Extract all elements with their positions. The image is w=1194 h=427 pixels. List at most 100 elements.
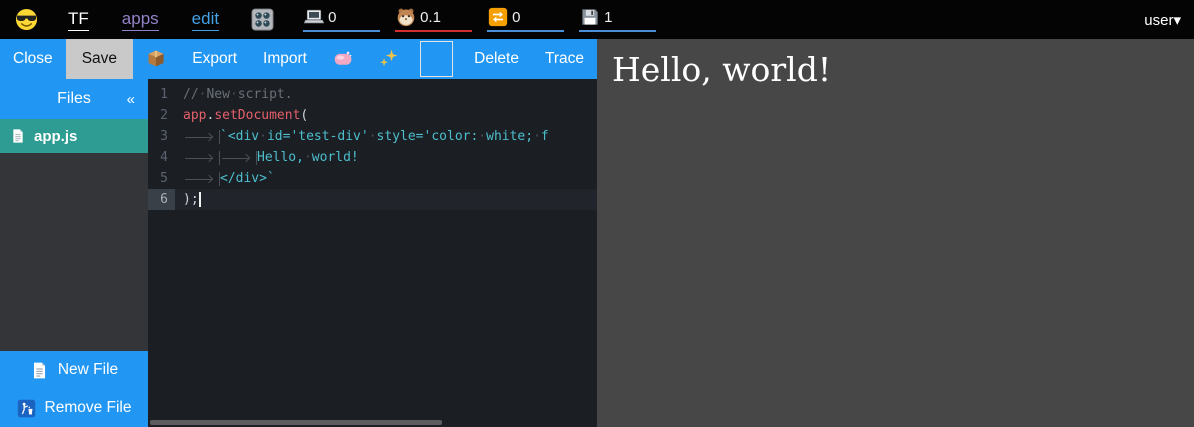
hamster-icon bbox=[396, 7, 416, 27]
app-window: TF apps edit 0 0.1 0 1 user▾ Close Save Export I… bbox=[0, 0, 1194, 427]
package-icon bbox=[146, 48, 166, 73]
line-number: 4 bbox=[148, 147, 175, 168]
laptop-stat-field[interactable]: 0 bbox=[303, 7, 380, 32]
soap-icon bbox=[333, 48, 353, 73]
stat-value: 0.1 bbox=[420, 9, 441, 26]
top-nav: TF apps edit bbox=[68, 9, 219, 31]
code-token: // bbox=[183, 87, 199, 102]
line-number: 2 bbox=[148, 105, 175, 126]
close-button[interactable]: Close bbox=[13, 50, 53, 68]
line-code[interactable]: ); bbox=[175, 189, 597, 210]
code-token: · bbox=[230, 87, 238, 102]
delete-button[interactable]: Delete bbox=[474, 50, 519, 68]
code-token: style='color: bbox=[377, 129, 479, 144]
tab-marker bbox=[183, 172, 220, 186]
code-token: Hello, bbox=[257, 150, 304, 165]
soap-button[interactable] bbox=[333, 48, 353, 70]
side-button-label: New File bbox=[58, 361, 118, 379]
file-name: app.js bbox=[34, 128, 77, 145]
export-button[interactable]: Export bbox=[192, 50, 237, 68]
horizontal-scrollbar-thumb[interactable] bbox=[150, 420, 442, 425]
code-token: app bbox=[183, 108, 206, 123]
code-token: · bbox=[259, 129, 267, 144]
stat-value: 0 bbox=[512, 9, 520, 26]
editor-lines: 1//·New·script.2app.setDocument(3`<div·i… bbox=[148, 79, 597, 210]
editor-line: 6); bbox=[148, 189, 597, 210]
new-file-icon bbox=[30, 361, 49, 380]
line-number: 5 bbox=[148, 168, 175, 189]
file-document-icon bbox=[10, 127, 26, 145]
code-token: `<div bbox=[220, 129, 259, 144]
files-header: Files « bbox=[0, 79, 148, 119]
tab-marker bbox=[220, 151, 257, 165]
trace-button[interactable]: Trace bbox=[545, 50, 584, 68]
collapse-sidebar-button[interactable]: « bbox=[127, 79, 135, 119]
code-token: f bbox=[541, 129, 549, 144]
stat-value: 1 bbox=[604, 9, 612, 26]
code-token: white; bbox=[486, 129, 533, 144]
laptop-icon bbox=[304, 7, 324, 27]
sunglasses-logo-button[interactable] bbox=[15, 8, 38, 31]
code-token: New bbox=[206, 87, 229, 102]
text-cursor bbox=[199, 192, 201, 207]
line-code[interactable]: `<div·id='test-div'·style='color:·white;… bbox=[175, 126, 597, 147]
files-sidebar: Files « app.js New File Remove File bbox=[0, 79, 148, 427]
preview-pane: Hello, world! bbox=[597, 39, 1194, 427]
code-token: world! bbox=[312, 150, 359, 165]
nav-link-apps[interactable]: apps bbox=[122, 9, 159, 31]
control-knobs-icon bbox=[250, 7, 275, 37]
code-token: id='test-div' bbox=[267, 129, 369, 144]
line-code[interactable]: </div>` bbox=[175, 168, 597, 189]
sidebar-actions: New File Remove File bbox=[0, 351, 148, 427]
litter-bin-icon bbox=[17, 399, 36, 418]
editor-line: 5 </div>` bbox=[148, 168, 597, 189]
editor-line: 4Hello,·world! bbox=[148, 147, 597, 168]
floppy-icon bbox=[580, 7, 600, 27]
sidebar-body bbox=[0, 153, 148, 351]
sparkles-icon bbox=[379, 48, 399, 73]
empty-button[interactable] bbox=[420, 41, 453, 77]
remove-file-button[interactable]: Remove File bbox=[0, 389, 148, 427]
top-bar: TF apps edit 0 0.1 0 1 user▾ bbox=[0, 0, 1194, 39]
editor-line: 1//·New·script. bbox=[148, 84, 597, 105]
line-number: 1 bbox=[148, 84, 175, 105]
editor-toolbar: Close Save Export Import Delete Trace bbox=[0, 39, 597, 79]
code-token: setDocument bbox=[214, 108, 300, 123]
line-code[interactable]: //·New·script. bbox=[175, 84, 597, 105]
import-button[interactable]: Import bbox=[263, 50, 307, 68]
line-number: 6 bbox=[148, 189, 175, 210]
code-token: · bbox=[478, 129, 486, 144]
code-token: ); bbox=[183, 192, 199, 207]
hamster-stat-field[interactable]: 0.1 bbox=[395, 7, 472, 32]
sunglasses-emoji-icon bbox=[15, 8, 38, 36]
control-knobs-button[interactable] bbox=[250, 7, 275, 32]
code-token: · bbox=[533, 129, 541, 144]
file-item-appjs[interactable]: app.js bbox=[0, 119, 148, 153]
repeat-icon bbox=[488, 7, 508, 27]
sparkles-button[interactable] bbox=[379, 48, 399, 70]
preview-hello-text: Hello, world! bbox=[597, 39, 1194, 89]
stats-group: 0 0.1 0 1 bbox=[303, 7, 656, 32]
line-number: 3 bbox=[148, 126, 175, 147]
new-file-button[interactable]: New File bbox=[0, 351, 148, 389]
code-token: ( bbox=[300, 108, 308, 123]
code-token: · bbox=[369, 129, 377, 144]
floppy-stat-field[interactable]: 1 bbox=[579, 7, 656, 32]
tab-marker bbox=[183, 151, 220, 165]
editor-line: 2app.setDocument( bbox=[148, 105, 597, 126]
nav-link-tf[interactable]: TF bbox=[68, 9, 89, 31]
repeat-stat-field[interactable]: 0 bbox=[487, 7, 564, 32]
code-editor[interactable]: 1//·New·script.2app.setDocument(3`<div·i… bbox=[148, 79, 597, 427]
side-button-label: Remove File bbox=[45, 399, 132, 417]
package-button[interactable] bbox=[146, 48, 166, 70]
code-token: script. bbox=[238, 87, 293, 102]
save-button[interactable]: Save bbox=[66, 39, 134, 79]
file-list: app.js bbox=[0, 119, 148, 153]
user-menu-button[interactable]: user▾ bbox=[1144, 0, 1181, 39]
nav-link-edit[interactable]: edit bbox=[192, 9, 219, 31]
stat-value: 0 bbox=[328, 9, 336, 26]
line-code[interactable]: app.setDocument( bbox=[175, 105, 597, 126]
editor-line: 3`<div·id='test-div'·style='color:·white… bbox=[148, 126, 597, 147]
line-code[interactable]: Hello,·world! bbox=[175, 147, 597, 168]
code-token: </div>` bbox=[220, 171, 275, 186]
